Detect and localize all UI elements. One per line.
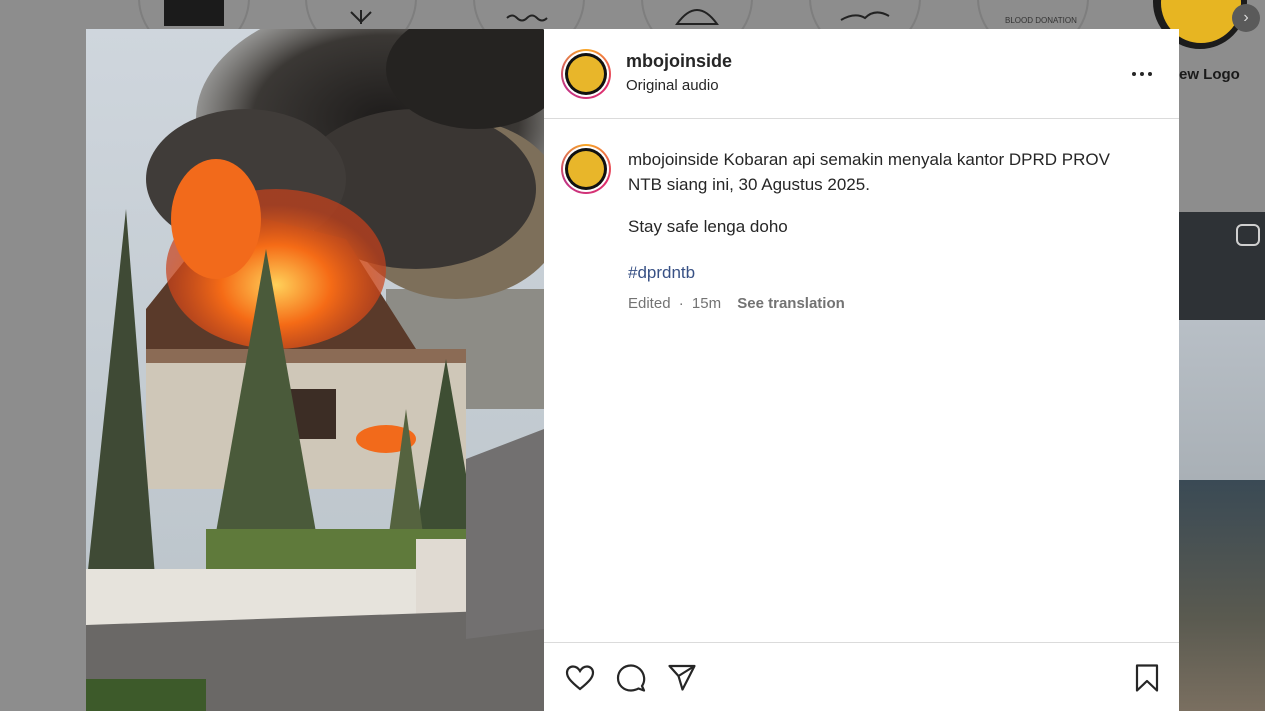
bookmark-icon[interactable] [1131, 662, 1163, 694]
post-media-image[interactable] [86, 29, 544, 711]
more-horizontal-icon[interactable] [1130, 62, 1154, 86]
mbojo-logo-icon [568, 56, 604, 92]
avatar-logo [565, 53, 607, 95]
background-reel-thumbnail[interactable] [1179, 212, 1265, 711]
post-header: mbojoinside Original audio [544, 29, 1179, 119]
post-modal: mbojoinside Original audio mbojoinside K… [86, 29, 1179, 711]
new-logo-label: ew Logo [1179, 66, 1240, 83]
comment-icon[interactable] [615, 662, 647, 694]
thumbnail-sky [1179, 320, 1265, 480]
see-translation-button[interactable]: See translation [737, 295, 845, 312]
hashtag-link[interactable]: #dprdntb [628, 263, 695, 283]
post-caption: mbojoinside Kobaran api semakin menyala … [628, 147, 1148, 197]
caption-avatar[interactable] [561, 144, 611, 194]
instagram-post-modal-screen: BLOOD DONATION ew Logo › mbojoinside Ori… [0, 0, 1265, 711]
building-fire-photo [86, 29, 544, 711]
post-actions-bar [544, 642, 1179, 711]
send-icon[interactable] [666, 662, 698, 694]
blood-donation-label: BLOOD DONATION [1005, 16, 1077, 25]
caption-line-2: Stay safe lenga doho [628, 217, 788, 236]
avatar[interactable] [561, 49, 611, 99]
audio-label[interactable]: Original audio [626, 77, 719, 94]
post-time[interactable]: 15m [692, 295, 721, 312]
avatar-logo [565, 148, 607, 190]
heart-icon[interactable] [564, 662, 596, 694]
mbojo-logo-icon [568, 151, 604, 187]
chevron-right-icon[interactable]: › [1232, 4, 1260, 32]
reels-icon [1236, 224, 1260, 246]
post-username[interactable]: mbojoinside [626, 51, 732, 72]
post-details-panel: mbojoinside Original audio mbojoinside K… [544, 29, 1179, 711]
post-meta: Edited · 15m See translation [628, 295, 845, 312]
edited-label: Edited [628, 295, 671, 312]
thumbnail-crowd [1179, 480, 1265, 711]
meta-separator: · [678, 295, 684, 312]
caption-username[interactable]: mbojoinside [628, 150, 719, 169]
